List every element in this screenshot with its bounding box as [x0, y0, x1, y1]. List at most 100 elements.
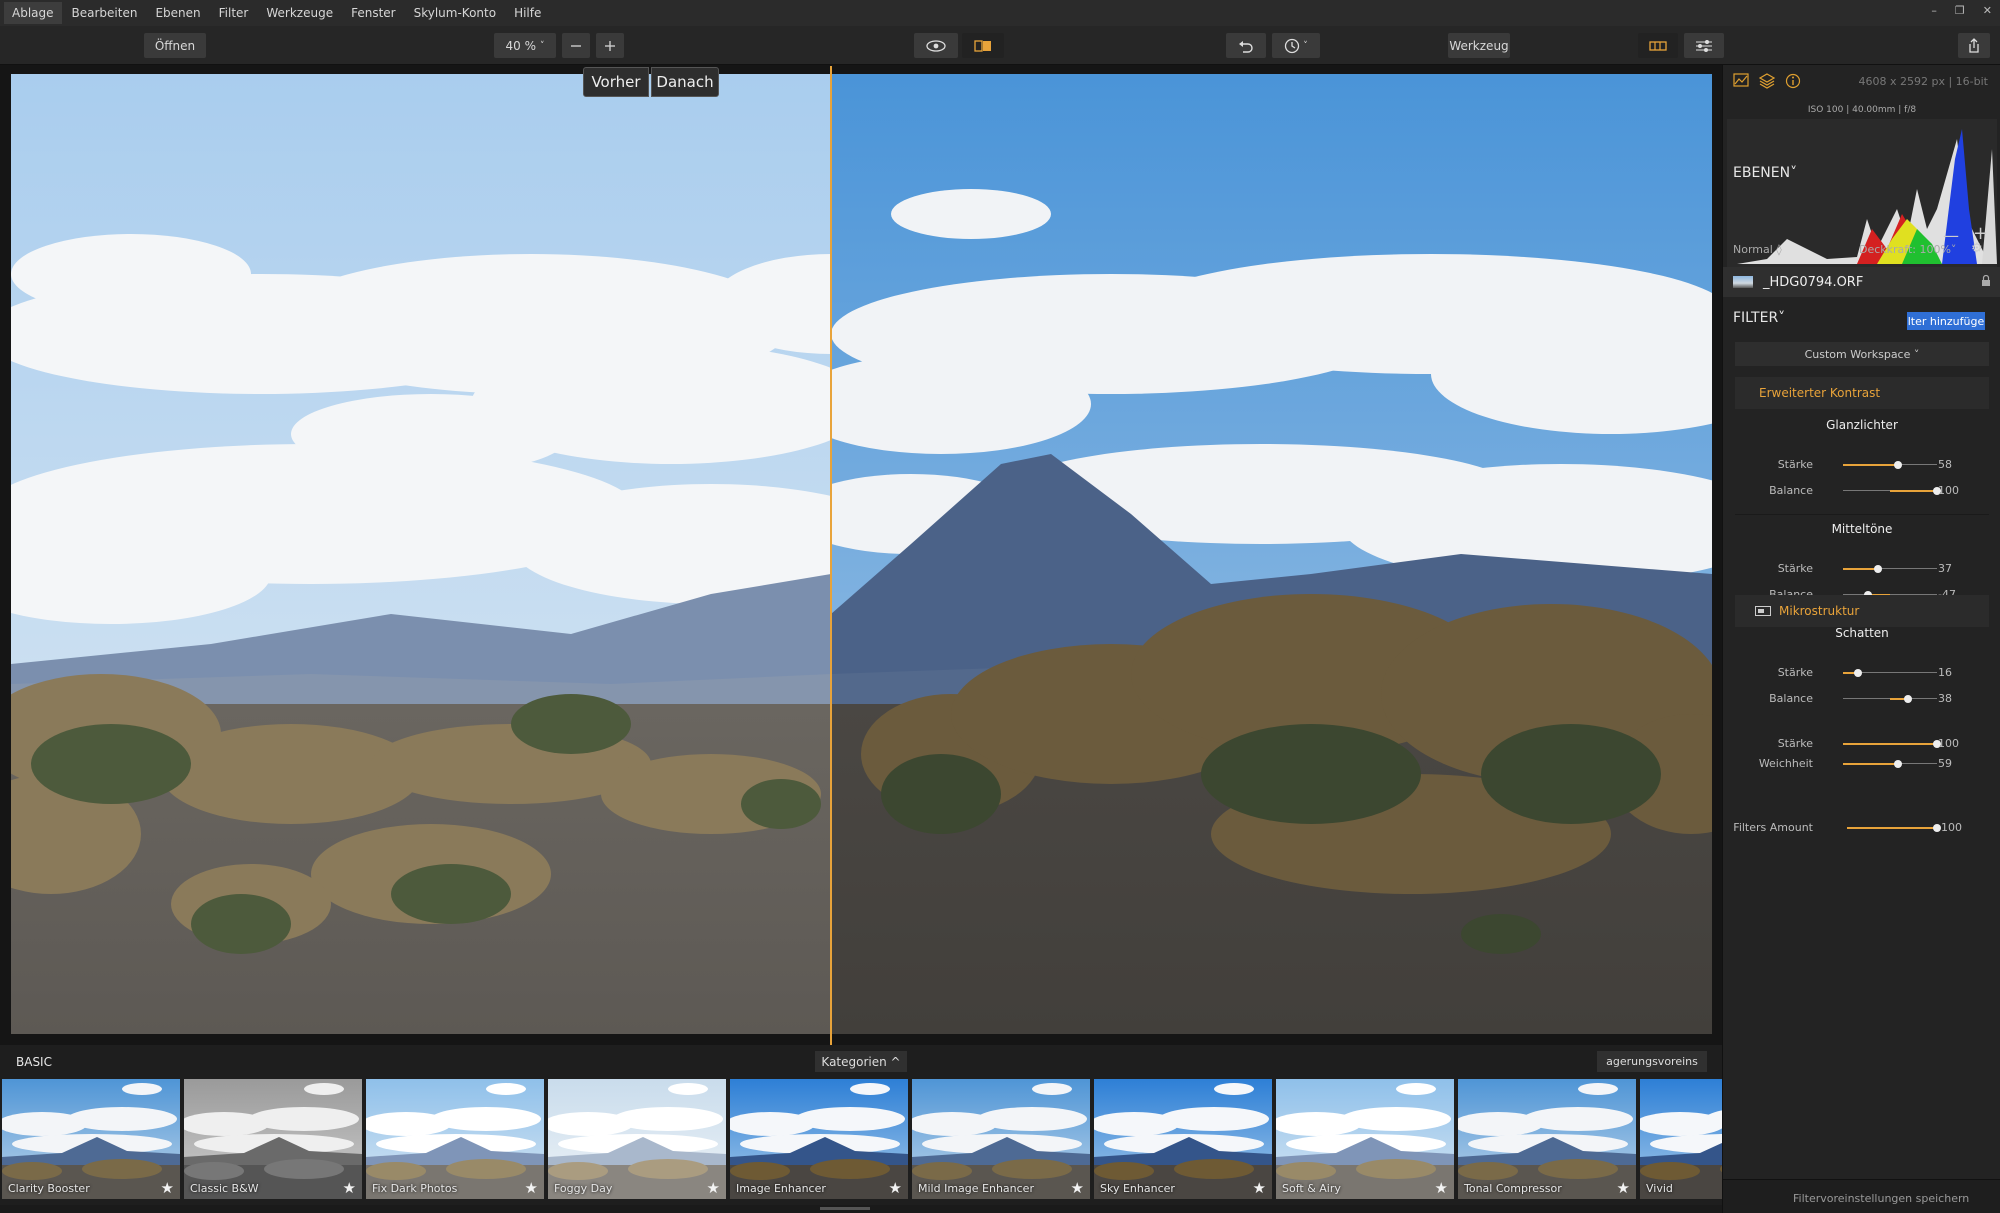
- menu-bearbeiten[interactable]: Bearbeiten: [64, 2, 146, 24]
- slider-knob[interactable]: [1933, 823, 1941, 832]
- slider-label: Stärke: [1777, 458, 1813, 471]
- undo-button[interactable]: [1226, 33, 1266, 58]
- preset-thumbnail[interactable]: Vivid★: [1640, 1079, 1722, 1199]
- blend-mode-select[interactable]: Normal ◊: [1733, 243, 1782, 256]
- menu-filter[interactable]: Filter: [211, 2, 257, 24]
- eye-icon: [926, 39, 946, 52]
- minus-icon: [571, 44, 581, 47]
- filter-group-title: Schatten: [1835, 626, 1889, 640]
- star-icon[interactable]: ★: [1435, 1179, 1448, 1197]
- preset-thumbnail[interactable]: Clarity Booster ★: [2, 1079, 180, 1199]
- histogram-icon[interactable]: [1733, 73, 1749, 87]
- preset-image: [548, 1079, 726, 1199]
- slider-label: Stärke: [1777, 666, 1813, 679]
- star-icon[interactable]: ★: [1617, 1179, 1630, 1197]
- filter-toggle-icon[interactable]: [1755, 606, 1771, 616]
- star-icon[interactable]: ★: [889, 1179, 902, 1197]
- preset-name: Sky Enhancer: [1100, 1182, 1175, 1195]
- slider-knob[interactable]: [1903, 694, 1912, 703]
- open-button[interactable]: Öffnen: [144, 33, 206, 58]
- categories-button[interactable]: Kategorien ^: [815, 1051, 907, 1072]
- preset-name: Classic B&W: [190, 1182, 259, 1195]
- preset-thumbnail[interactable]: Tonal Compressor ★: [1458, 1079, 1636, 1199]
- menu-ebenen[interactable]: Ebenen: [147, 2, 208, 24]
- save-filter-presets-button[interactable]: Filtervoreinstellungen speichern: [1793, 1192, 1969, 1205]
- preset-thumbnail[interactable]: Sky Enhancer ★: [1094, 1079, 1272, 1199]
- layer-row[interactable]: _HDG0794.ORF: [1723, 267, 2000, 297]
- preset-image: [1276, 1079, 1454, 1199]
- star-icon[interactable]: ★: [1253, 1179, 1266, 1197]
- scrollbar-thumb[interactable]: [820, 1207, 870, 1210]
- preset-image: [730, 1079, 908, 1199]
- adjustments-button[interactable]: [1684, 33, 1724, 58]
- preset-thumbnail[interactable]: Fix Dark Photos ★: [366, 1079, 544, 1199]
- menu-skylum-konto[interactable]: Skylum-Konto: [406, 2, 504, 24]
- compare-split-handle[interactable]: [830, 66, 832, 1045]
- preset-thumbnail[interactable]: Soft & Airy ★: [1276, 1079, 1454, 1199]
- slider-knob[interactable]: [1893, 460, 1902, 469]
- share-button[interactable]: [1958, 33, 1990, 58]
- slider-value: 100: [1938, 737, 1959, 750]
- right-panel: 4608 x 2592 px | 16-bit ISO 100 | 40.00m…: [1722, 65, 2000, 1213]
- menu-hilfe[interactable]: Hilfe: [506, 2, 549, 24]
- zoom-in-button[interactable]: [596, 33, 624, 58]
- opacity-select[interactable]: Deckkraft: 100%˅: [1859, 243, 1956, 256]
- maximize-button[interactable]: ❐: [1955, 4, 1965, 17]
- preset-name: Mild Image Enhancer: [918, 1182, 1034, 1195]
- image-canvas[interactable]: Vorher Danach: [0, 65, 1722, 1045]
- close-button[interactable]: ✕: [1983, 4, 1992, 17]
- info-icon[interactable]: [1785, 73, 1801, 89]
- tools-button[interactable]: Werkzeug: [1448, 33, 1510, 58]
- preset-thumbnail[interactable]: Foggy Day ★: [548, 1079, 726, 1199]
- preview-button[interactable]: [914, 33, 958, 58]
- slider-knob[interactable]: [1854, 668, 1863, 677]
- layers-icon[interactable]: [1759, 73, 1775, 89]
- compare-button[interactable]: [962, 33, 1004, 58]
- panels-toggle-button[interactable]: [1638, 33, 1678, 58]
- star-icon[interactable]: ★: [525, 1179, 538, 1197]
- slider-label: Stärke: [1777, 737, 1813, 750]
- filter-title[interactable]: FILTER˅: [1733, 310, 1785, 326]
- slider-value: 100: [1938, 484, 1959, 497]
- slider-fill: [1843, 742, 1937, 745]
- star-icon[interactable]: ★: [1071, 1179, 1084, 1197]
- zoom-select[interactable]: 40 % ˅: [494, 33, 556, 58]
- layers-title[interactable]: EBENEN˅: [1733, 165, 1797, 181]
- minimize-button[interactable]: –: [1931, 4, 1937, 17]
- menu-fenster[interactable]: Fenster: [343, 2, 404, 24]
- add-filter-button[interactable]: lter hinzufüge: [1907, 312, 1985, 330]
- presets-scrollbar[interactable]: [0, 1205, 1722, 1213]
- zoom-out-button[interactable]: [562, 33, 590, 58]
- photo-preview[interactable]: [11, 74, 1712, 1034]
- before-label: Vorher: [583, 67, 649, 97]
- slider-knob[interactable]: [1894, 759, 1903, 768]
- preset-thumbnail[interactable]: Classic B&W ★: [184, 1079, 362, 1199]
- preset-thumbnail[interactable]: Mild Image Enhancer ★: [912, 1079, 1090, 1199]
- star-icon[interactable]: ★: [343, 1179, 356, 1197]
- slider-knob[interactable]: [1873, 564, 1882, 573]
- save-preset-button[interactable]: agerungsvoreins: [1597, 1051, 1707, 1072]
- filter-header-mikrostruktur[interactable]: Mikrostruktur: [1735, 595, 1989, 627]
- filter-header-erweiterter-kontrast[interactable]: Erweiterter Kontrast: [1735, 377, 1989, 409]
- undo-icon: [1239, 40, 1253, 53]
- sliders-icon: [1696, 39, 1712, 52]
- preset-thumbnail[interactable]: Image Enhancer ★: [730, 1079, 908, 1199]
- slider-label: Weichheit: [1758, 757, 1813, 770]
- preset-image: [1458, 1079, 1636, 1199]
- filter-name: Erweiterter Kontrast: [1759, 386, 1881, 400]
- preset-name: Tonal Compressor: [1464, 1182, 1562, 1195]
- zoom-value: 40 %: [505, 38, 537, 53]
- layer-settings-gear-icon[interactable]: ⚙: [1971, 241, 1983, 256]
- landscape-photo: [11, 74, 1712, 1034]
- slider-value: 59: [1938, 757, 1952, 770]
- menu-ablage[interactable]: Ablage: [4, 2, 62, 24]
- window-controls: – ❐ ✕: [1931, 4, 1992, 17]
- menu-werkzeuge[interactable]: Werkzeuge: [258, 2, 341, 24]
- split-view-icon: [974, 39, 991, 52]
- history-button[interactable]: ˅: [1272, 33, 1320, 58]
- slider-label: Filters Amount: [1733, 821, 1813, 834]
- star-icon[interactable]: ★: [707, 1179, 720, 1197]
- workspace-select[interactable]: Custom Workspace ˅: [1735, 342, 1989, 366]
- star-icon[interactable]: ★: [161, 1179, 174, 1197]
- image-info: 4608 x 2592 px | 16-bit: [1858, 75, 1989, 88]
